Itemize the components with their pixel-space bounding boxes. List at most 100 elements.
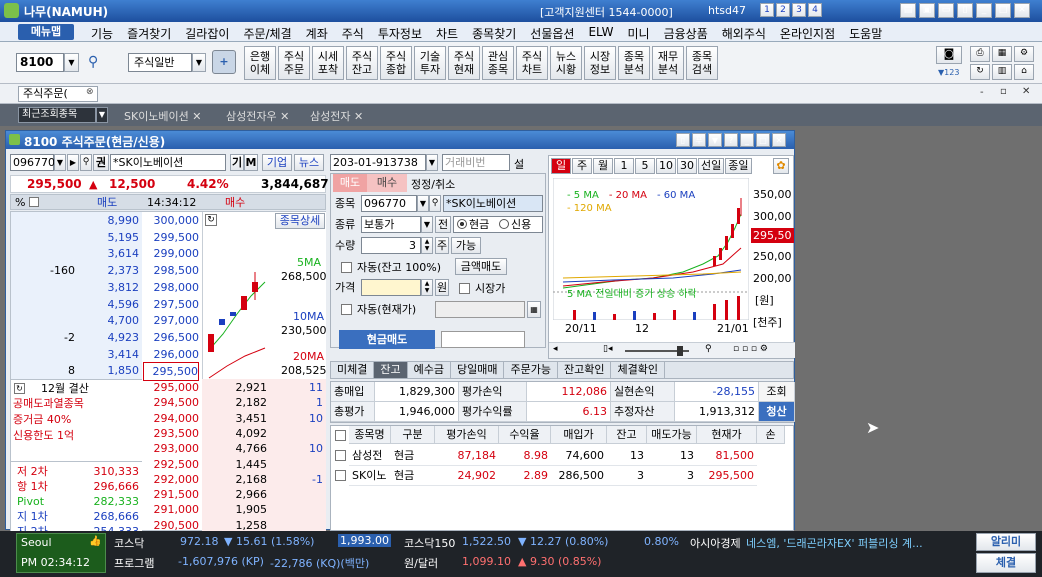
ask-qty[interactable]: 4,700 xyxy=(75,312,140,329)
news-ticker[interactable]: 네스엠, '드래곤라자EX' 퍼블리싱 계... xyxy=(746,535,923,551)
toolbar-button[interactable]: 시세 포착 xyxy=(312,46,344,80)
account-tab[interactable]: 체결확인 xyxy=(611,362,665,378)
ask-qty[interactable]: 8,990 xyxy=(75,212,140,229)
ask-qty[interactable]: 4,596 xyxy=(75,296,140,313)
bid-price[interactable]: 294,000 xyxy=(143,411,200,426)
tab-modify-cancel[interactable]: 정정/취소 xyxy=(411,176,455,192)
bid-qty[interactable]: 2,966 xyxy=(203,487,268,502)
chart-tab[interactable]: 월 xyxy=(593,158,613,174)
chart-search-icon[interactable]: ⚲ xyxy=(705,344,712,354)
bid-qty[interactable]: 2,182 xyxy=(203,395,268,410)
order-code-input[interactable]: 096770 xyxy=(361,195,417,212)
bid-price[interactable]: 292,500 xyxy=(143,457,200,472)
grid-cell[interactable]: 81,500 xyxy=(697,446,757,466)
ask-qty[interactable]: 2,373 xyxy=(75,262,140,279)
mini-refresh-icon[interactable]: ↻ xyxy=(205,214,217,226)
tab-buy[interactable]: 매수 xyxy=(367,174,407,192)
bid-qty[interactable]: 2,168 xyxy=(203,472,268,487)
grid-header[interactable]: 평가손익 xyxy=(435,426,499,444)
save-icon[interactable]: ▦ xyxy=(992,46,1012,62)
ask-price[interactable]: 297,500 xyxy=(143,296,200,313)
order-code-dropdown-icon[interactable]: ▼ xyxy=(417,195,429,212)
menu-item[interactable]: 도움말 xyxy=(842,25,889,42)
grid-cell[interactable]: 286,500 xyxy=(551,466,607,486)
chart-tab[interactable]: 종일 xyxy=(725,158,752,174)
toolbar-button[interactable]: 종목 분석 xyxy=(618,46,650,80)
toolbar-button[interactable]: 주식 잔고 xyxy=(346,46,378,80)
account-number-input[interactable]: 203-01-913738 xyxy=(330,154,426,171)
add-screen-icon[interactable]: + xyxy=(212,50,236,74)
tab-sell[interactable]: 매도 xyxy=(333,174,367,192)
chart-tool-icons[interactable]: ▫ ▫ ▫ ⚙ xyxy=(733,344,768,354)
grid-row-checkbox[interactable] xyxy=(335,470,346,481)
menu-item[interactable]: 기능 xyxy=(84,25,120,42)
toolbar-button[interactable]: 주식 종합 xyxy=(380,46,412,80)
menu-item[interactable]: 온라인지점 xyxy=(773,25,842,42)
toolbar-button[interactable]: 관심 종목 xyxy=(482,46,514,80)
bid-price[interactable]: 294,500 xyxy=(143,395,200,410)
chart-tab[interactable]: 선일 xyxy=(698,158,725,174)
grid-cell[interactable]: 13 xyxy=(647,446,697,466)
chart-tab[interactable]: 일 xyxy=(551,158,571,174)
qty-unit[interactable]: 주 xyxy=(435,237,449,254)
toolbar-button[interactable]: 주식 주문 xyxy=(278,46,310,80)
grid-header[interactable]: 손 xyxy=(757,426,785,444)
jeon-button[interactable]: 전 xyxy=(435,216,451,233)
chart-slider-thumb[interactable] xyxy=(677,346,683,356)
auto-price-checkbox[interactable] xyxy=(341,304,352,315)
screen-code-dropdown-icon[interactable]: ▼ xyxy=(64,53,79,72)
close-icon[interactable]: ✕ xyxy=(772,133,786,147)
grid-header[interactable]: 현재가 xyxy=(697,426,757,444)
account-tab[interactable]: 주문가능 xyxy=(504,362,558,378)
maximize-icon[interactable]: □ xyxy=(995,3,1011,18)
order-type-dropdown-icon[interactable]: ▼ xyxy=(421,216,433,233)
menu-item[interactable]: 종목찾기 xyxy=(465,25,523,42)
grid-header-checkbox[interactable] xyxy=(335,430,346,441)
recent-tab-samsung-pref[interactable]: 삼성전자우 ✕ xyxy=(226,108,289,124)
gi-button[interactable]: 기 xyxy=(230,154,244,171)
dropdown-icon[interactable]: ▼ xyxy=(708,133,722,147)
settings-button[interactable]: 설 xyxy=(514,156,524,172)
credit-radio[interactable] xyxy=(499,219,509,229)
auto-price-field[interactable] xyxy=(435,301,525,318)
minimize-icon[interactable]: _ xyxy=(976,3,992,18)
grid-row-checkbox[interactable] xyxy=(335,450,346,461)
ask-price[interactable]: 300,000 xyxy=(143,212,200,229)
chart-tab[interactable]: 5 xyxy=(635,158,655,174)
ask-price[interactable]: 299,000 xyxy=(143,245,200,262)
bid-price[interactable]: 292,000 xyxy=(143,472,200,487)
grid-cell[interactable]: 삼성전자우 xyxy=(349,446,391,466)
grid-cell[interactable]: 2.89 xyxy=(499,466,551,486)
auto-balance-checkbox[interactable] xyxy=(341,262,352,273)
ask-price[interactable]: 299,500 xyxy=(143,229,200,246)
link-icon[interactable]: ▯ xyxy=(676,133,690,147)
ask-qty[interactable]: 3,812 xyxy=(75,279,140,296)
grid-cell[interactable]: 8.98 xyxy=(499,446,551,466)
home-icon[interactable]: ⌂ xyxy=(1014,64,1034,80)
news-button[interactable]: 뉴스 xyxy=(294,154,324,171)
grid-header[interactable]: 종목명 xyxy=(349,426,391,444)
window-restore-icon[interactable]: ▫ xyxy=(1000,86,1007,97)
recent-stocks-select[interactable]: 최근조회종목 xyxy=(18,107,96,123)
toolbar-button[interactable]: 종목 검색 xyxy=(686,46,718,80)
bid-qty[interactable]: 4,092 xyxy=(203,426,268,441)
screen-4-button[interactable]: 4 xyxy=(808,3,822,17)
tile-icon[interactable]: ▤ xyxy=(900,3,916,18)
chart-tab[interactable]: 30 xyxy=(677,158,697,174)
bid-price[interactable]: 291,500 xyxy=(143,487,200,502)
menu-item[interactable]: 투자정보 xyxy=(371,25,429,42)
price-input[interactable] xyxy=(361,279,421,296)
available-qty-button[interactable]: 가능 xyxy=(451,237,481,254)
refresh-icon[interactable]: ↻ xyxy=(970,64,990,80)
ask-price[interactable]: 298,500 xyxy=(143,262,200,279)
chart-scroll-left-icon[interactable]: ◂ xyxy=(553,344,558,354)
bid-price[interactable]: 295,000 xyxy=(143,380,200,395)
bid-qty[interactable]: 4,766 xyxy=(203,441,268,456)
ask-qty[interactable]: 4,923 xyxy=(75,329,140,346)
pin-button[interactable]: 푸 xyxy=(692,133,706,147)
chart-tab[interactable]: 주 xyxy=(572,158,592,174)
settings-icon[interactable]: ⚙ xyxy=(1014,46,1034,62)
price-unit[interactable]: 원 xyxy=(435,279,449,296)
grid-cell[interactable]: 현금 xyxy=(391,466,435,486)
grid-cell[interactable]: 24,902 xyxy=(435,466,499,486)
